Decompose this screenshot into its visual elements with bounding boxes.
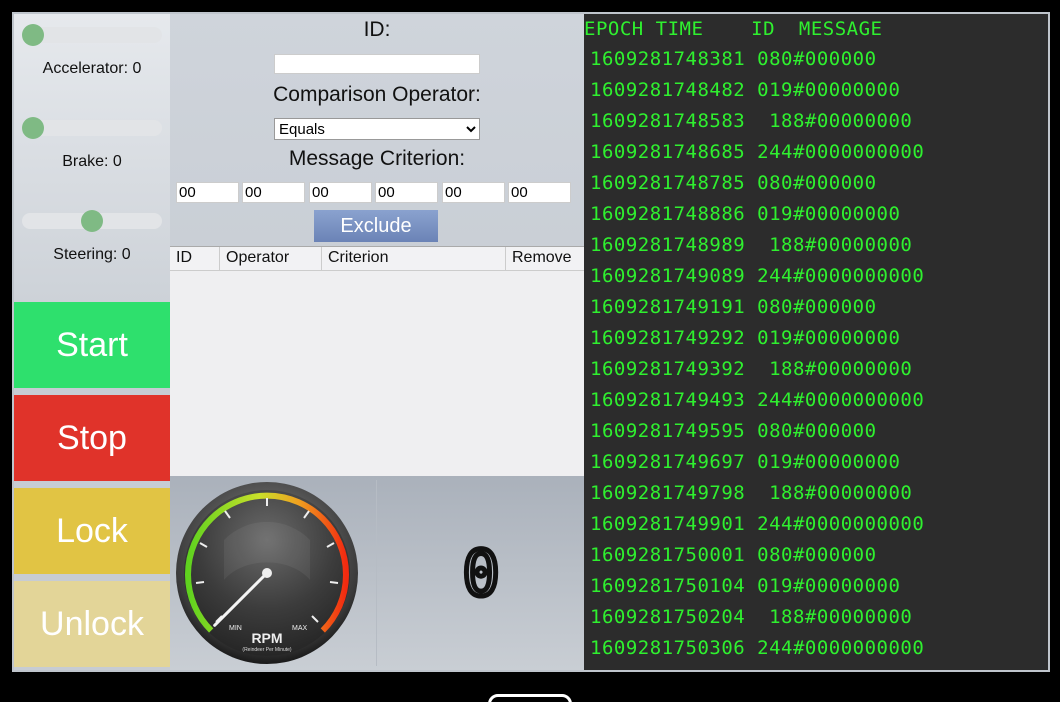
log-row: 1609281749392 188#00000000: [590, 358, 913, 380]
unlock-button[interactable]: Unlock: [14, 581, 170, 667]
log-row: 1609281750104 019#00000000: [590, 575, 901, 597]
bottom-handle[interactable]: [488, 694, 572, 702]
gauge-min-label: MIN: [229, 625, 242, 632]
operator-label: Comparison Operator:: [273, 83, 481, 106]
log-row: 1609281749292 019#00000000: [590, 327, 901, 349]
log-row: 1609281750306 244#0000000000: [590, 637, 925, 659]
gauge-subtitle: (Reindeer Per Minute): [242, 647, 292, 653]
app-window: Accelerator: 0 Brake: 0 Steering: 0 Star…: [12, 12, 1050, 672]
log-row: 1609281748381 080#000000: [590, 48, 877, 70]
can-log-panel[interactable]: EPOCH TIME ID MESSAGE 1609281748381 080#…: [584, 14, 1048, 670]
control-column: Accelerator: 0 Brake: 0 Steering: 0 Star…: [14, 14, 170, 670]
gauge-title: RPM: [251, 630, 282, 646]
log-row: 1609281749798 188#00000000: [590, 482, 913, 504]
log-row: 1609281748785 080#000000: [590, 172, 877, 194]
exclude-button[interactable]: Exclude: [314, 210, 438, 242]
column-header-remove: Remove: [512, 249, 572, 266]
speed-value: 0: [462, 545, 499, 601]
speed-readout: 0: [377, 476, 584, 670]
brake-label: Brake: 0: [62, 153, 122, 170]
speed-digit: 0: [461, 545, 501, 601]
log-row: 1609281748482 019#00000000: [590, 79, 901, 101]
steering-slider[interactable]: [22, 210, 162, 232]
lock-button[interactable]: Lock: [14, 488, 170, 574]
column-header-operator: Operator: [220, 247, 322, 271]
criterion-label: Message Criterion:: [288, 147, 466, 170]
id-input[interactable]: [274, 54, 480, 74]
filter-panel: ID: Comparison Operator: Equals Message …: [170, 14, 584, 476]
brake-slider[interactable]: [22, 117, 162, 139]
log-header: EPOCH TIME ID MESSAGE: [584, 18, 883, 40]
log-row: 1609281749595 080#000000: [590, 420, 877, 442]
log-row: 1609281749697 019#00000000: [590, 451, 901, 473]
log-row: 1609281748886 019#00000000: [590, 203, 901, 225]
log-row: 1609281748583 188#00000000: [590, 110, 913, 132]
criterion-byte-5[interactable]: [442, 182, 505, 203]
log-row: 1609281749191 080#000000: [590, 296, 877, 318]
criterion-byte-2[interactable]: [242, 182, 305, 203]
filter-table: ID Operator Criterion Remove: [170, 246, 584, 476]
accelerator-slider-thumb[interactable]: [22, 24, 44, 46]
column-header-criterion: Criterion: [322, 247, 506, 271]
log-row: 1609281748685 244#0000000000: [590, 141, 925, 163]
log-row: 1609281749901 244#0000000000: [590, 513, 925, 535]
criterion-byte-6[interactable]: [508, 182, 571, 203]
criterion-byte-1[interactable]: [176, 182, 239, 203]
slider-panel: Accelerator: 0 Brake: 0 Steering: 0: [14, 14, 170, 302]
log-row: 1609281750001 080#000000: [590, 544, 877, 566]
filter-table-header: ID Operator Criterion Remove: [170, 247, 584, 271]
stop-button[interactable]: Stop: [14, 395, 170, 481]
accelerator-label: Accelerator: 0: [42, 60, 142, 77]
gauge-area: MIN MAX RPM (Reindeer Per Minute) 0: [170, 476, 584, 670]
gauge-hub: [262, 568, 272, 578]
steering-label: Steering: 0: [53, 246, 131, 263]
rpm-gauge: MIN MAX RPM (Reindeer Per Minute): [176, 482, 358, 664]
start-button[interactable]: Start: [14, 302, 170, 388]
gauge-max-label: MAX: [292, 625, 308, 632]
id-label: ID:: [363, 18, 391, 41]
brake-slider-thumb[interactable]: [22, 117, 44, 139]
criterion-byte-3[interactable]: [309, 182, 372, 203]
criterion-byte-4[interactable]: [375, 182, 438, 203]
log-row: 1609281749089 244#0000000000: [590, 265, 925, 287]
steering-slider-thumb[interactable]: [81, 210, 103, 232]
log-row: 1609281750204 188#00000000: [590, 606, 913, 628]
column-header-id: ID: [170, 247, 220, 271]
log-row: 1609281749493 244#0000000000: [590, 389, 925, 411]
operator-select[interactable]: Equals: [274, 118, 480, 140]
accelerator-slider[interactable]: [22, 24, 162, 46]
log-row: 1609281748989 188#00000000: [590, 234, 913, 256]
